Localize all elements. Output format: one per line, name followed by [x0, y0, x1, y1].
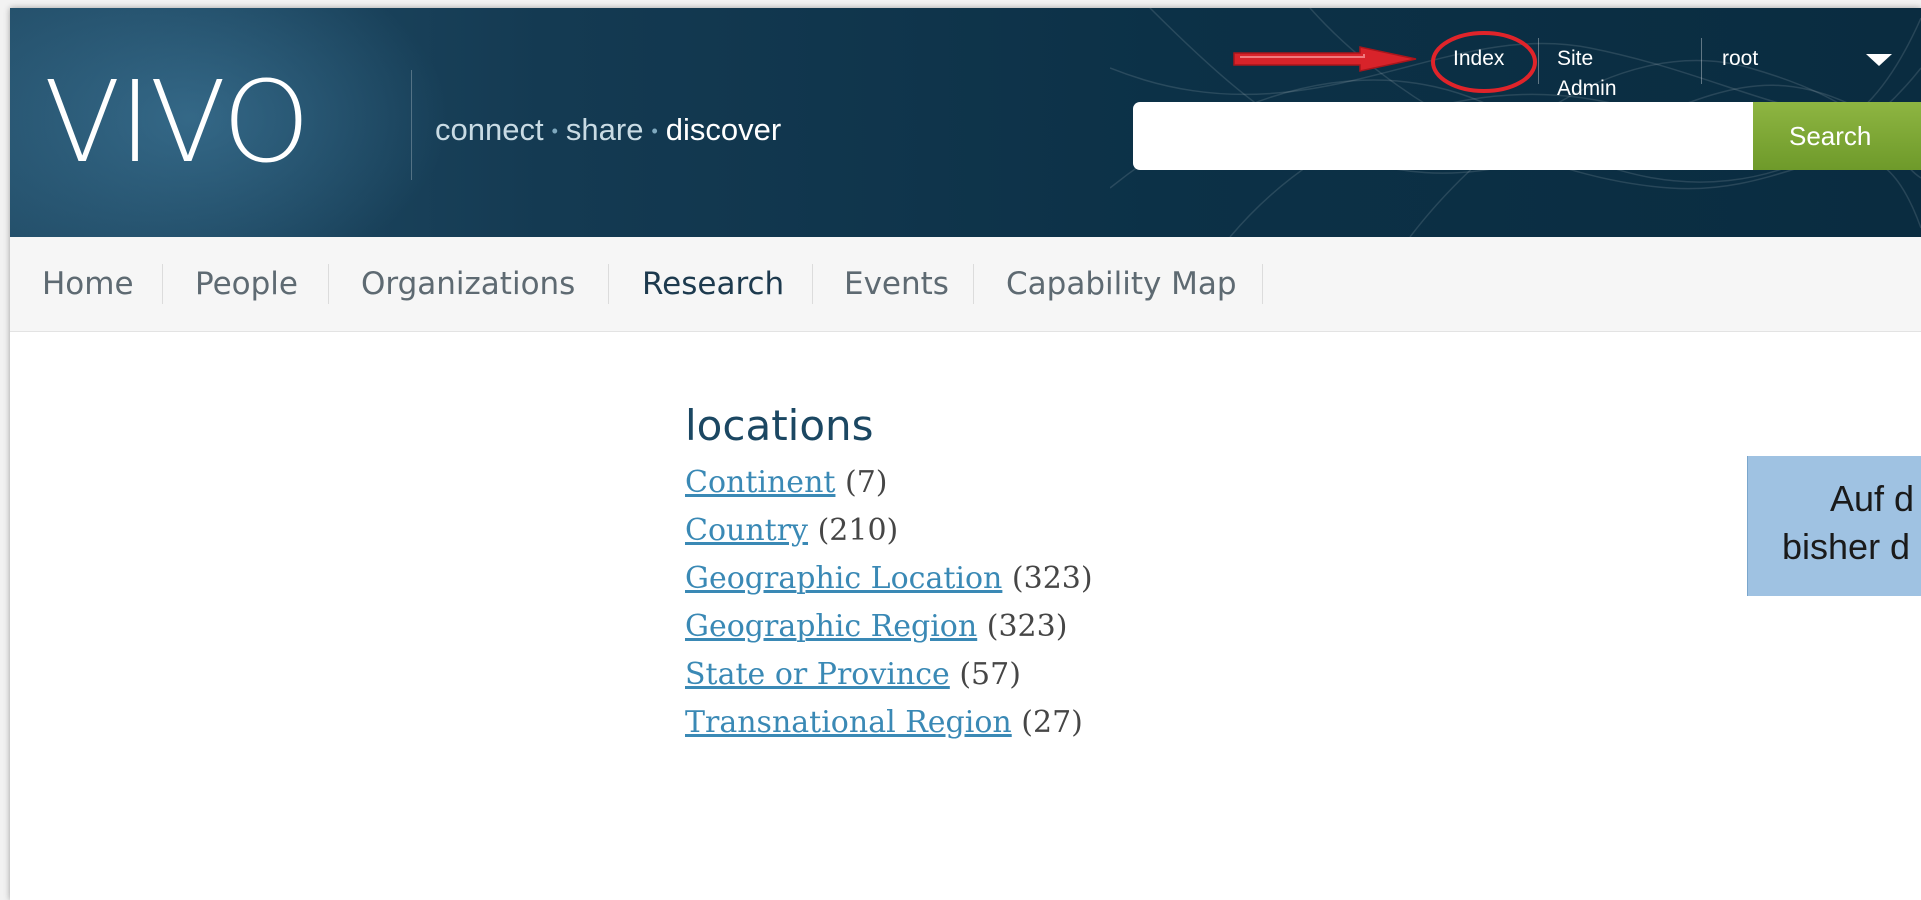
site-header: VIVO connect • share • discover Index Site A… [10, 8, 1921, 237]
class-count: (7) [845, 465, 888, 500]
nav-divider [1262, 264, 1263, 304]
list-item: State or Province (57) [685, 651, 1093, 699]
highlight-circle [1431, 31, 1537, 93]
nav-item-organizations[interactable]: Organizations [361, 237, 575, 331]
class-link-geographic-region[interactable]: Geographic Region [685, 609, 977, 644]
annotation-callout: Auf d bisher d [1747, 456, 1921, 596]
top-link-divider [1701, 38, 1702, 84]
browser-page: VIVO connect • share • discover Index Site A… [10, 8, 1921, 900]
class-group-content: locations Continent (7) Country (210) Ge… [685, 401, 1093, 747]
class-link-continent[interactable]: Continent [685, 465, 835, 500]
list-item: Transnational Region (27) [685, 699, 1093, 747]
tagline-connect: connect [435, 112, 544, 147]
nav-divider [973, 264, 974, 304]
class-link-transnational-region[interactable]: Transnational Region [685, 705, 1012, 740]
class-link-state-or-province[interactable]: State or Province [685, 657, 950, 692]
nav-item-capability-map[interactable]: Capability Map [1006, 237, 1237, 331]
search-button[interactable]: Search [1753, 102, 1921, 170]
chevron-down-icon[interactable] [1866, 54, 1892, 66]
class-count: (27) [1021, 705, 1083, 740]
class-count: (57) [959, 657, 1021, 692]
class-link-geographic-location[interactable]: Geographic Location [685, 561, 1002, 596]
tagline-share: share [565, 112, 644, 147]
nav-item-research[interactable]: Research [642, 237, 784, 331]
list-item: Country (210) [685, 507, 1093, 555]
tagline-separator: • [551, 121, 558, 142]
list-item: Continent (7) [685, 459, 1093, 507]
nav-item-people[interactable]: People [195, 237, 298, 331]
callout-line-2: bisher d [1782, 526, 1911, 567]
search-input[interactable] [1133, 102, 1753, 170]
class-link-country[interactable]: Country [685, 513, 808, 548]
nav-item-events[interactable]: Events [844, 237, 949, 331]
main-nav: Home People Organizations Research Event… [10, 237, 1921, 332]
vivo-logo[interactable]: VIVO [44, 58, 310, 188]
nav-divider [608, 264, 609, 304]
nav-divider [812, 264, 813, 304]
callout-line-1: Auf d [1830, 478, 1915, 519]
list-item: Geographic Region (323) [685, 603, 1093, 651]
page-title: locations [685, 401, 874, 450]
nav-divider [328, 264, 329, 304]
class-count: (323) [1011, 561, 1093, 596]
arrow-right-icon [1233, 46, 1417, 72]
tagline-discover: discover [665, 112, 782, 147]
user-menu-link[interactable]: root [1722, 44, 1758, 74]
class-list: Continent (7) Country (210) Geographic L… [685, 459, 1093, 747]
class-count: (210) [817, 513, 899, 548]
tagline-separator: • [651, 121, 658, 142]
class-count: (323) [986, 609, 1068, 644]
nav-divider [162, 264, 163, 304]
site-admin-link[interactable]: Site Admin [1557, 44, 1617, 100]
logo-divider [411, 70, 412, 180]
list-item: Geographic Location (323) [685, 555, 1093, 603]
tagline: connect • share • discover [435, 112, 781, 148]
nav-item-home[interactable]: Home [42, 237, 134, 331]
